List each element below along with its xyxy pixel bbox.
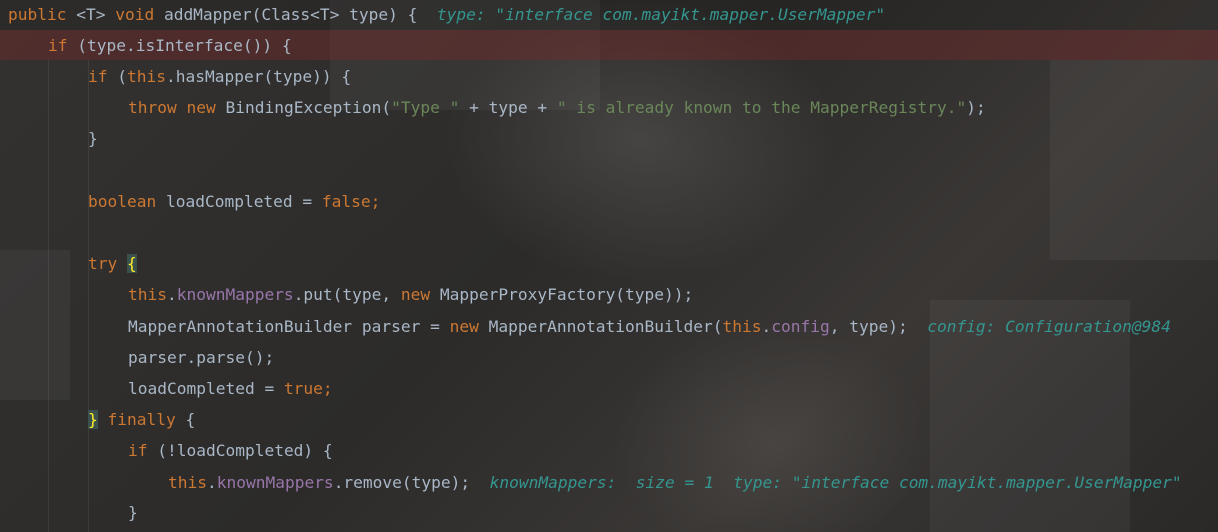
code-line-15[interactable]: } [128,497,138,528]
keyword: void [115,5,155,24]
code-line-2[interactable]: if (type.isInterface()) { [48,30,292,61]
keyword: new [186,98,216,117]
matched-brace: } [88,410,98,429]
code-line-9[interactable]: MapperAnnotationBuilder parser = new Map… [128,311,1171,342]
keyword: if [88,67,108,86]
keyword: finally [107,410,176,429]
code-line-11[interactable]: loadCompleted = true; [128,373,333,404]
code-text: addMapper(Class<T> type) { [154,5,437,24]
code-text: , type); [829,317,928,336]
keyword: if [128,441,148,460]
code-line-1[interactable]: public <T> void addMapper(Class<T> type)… [8,0,885,30]
code-text: ( [107,67,127,86]
code-text: . [206,473,217,492]
indent-guide [48,60,49,532]
code-text: (!loadCompleted) { [147,441,333,460]
debug-inline-value: type: "interface com.mayikt.mapper.UserM… [436,5,886,24]
field-name: knownMappers [176,285,294,304]
code-line-13[interactable]: if (!loadCompleted) { [128,435,333,466]
code-line-6[interactable]: boolean loadCompleted = false; [88,186,380,217]
keyword: this [128,285,167,304]
background-tile [1050,60,1218,260]
code-line-5[interactable]: } [88,123,98,154]
field-name: config [771,317,830,336]
keyword: this [168,473,207,492]
code-text: .put(type, [293,285,401,304]
keyword: this [127,67,166,86]
code-text: ); [966,98,986,117]
code-line-7[interactable]: try { [88,248,137,279]
background-tile [0,250,70,400]
code-text: parser.parse(); [128,348,275,367]
field-name: knownMappers [216,473,334,492]
keyword: this [722,317,762,336]
code-line-14[interactable]: this.knownMappers.remove(type); knownMap… [168,467,1182,498]
keyword: if [48,36,68,55]
code-text: loadCompleted = [156,192,322,211]
code-text: loadCompleted = [128,379,284,398]
closing-brace: } [88,129,98,148]
keyword: false [321,192,371,211]
code-text: .hasMapper(type)) { [165,67,352,86]
code-text: MapperProxyFactory(type)); [430,285,694,304]
keyword: throw [128,98,177,117]
keyword: new [449,317,479,336]
code-line-10[interactable]: parser.parse(); [128,342,274,373]
code-line-8[interactable]: this.knownMappers.put(type, new MapperPr… [128,279,693,310]
code-text: . [761,317,772,336]
code-text: + type + [459,98,557,117]
code-text: . [166,285,177,304]
keyword: try [88,254,118,273]
code-text: .remove(type); [333,473,490,492]
code-text: (type.isInterface()) { [67,36,292,55]
code-line-12[interactable]: } finally { [88,404,195,435]
string-literal: "Type " [391,98,460,117]
matched-brace: { [127,254,137,273]
semicolon: ; [322,379,333,398]
code-text: MapperAnnotationBuilder( [478,317,723,336]
keyword: new [400,285,431,304]
keyword: public [8,5,67,24]
code-text: { [175,410,196,429]
code-editor[interactable]: public <T> void addMapper(Class<T> type)… [0,0,1218,532]
debug-inline-value: knownMappers: size = 1 type: "interface … [489,473,1182,492]
semicolon: ; [370,192,381,211]
closing-brace: } [128,503,138,522]
string-literal: " is already known to the MapperRegistry… [556,98,967,117]
code-line-4[interactable]: throw new BindingException("Type " + typ… [128,92,986,123]
debug-inline-value: config: Configuration@984 [927,317,1171,336]
keyword: true [283,379,323,398]
keyword: boolean [88,192,157,211]
code-line-3[interactable]: if (this.hasMapper(type)) { [88,61,351,92]
code-text: BindingException( [215,98,392,117]
code-text: MapperAnnotationBuilder parser = [128,317,450,336]
code-text: <T> [66,5,116,24]
